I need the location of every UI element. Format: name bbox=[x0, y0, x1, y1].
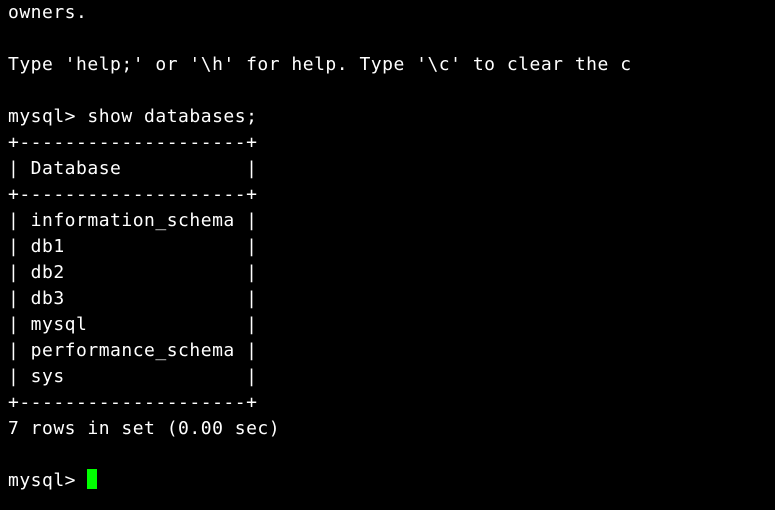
terminal-output: owners. Type 'help;' or '\h' for help. T… bbox=[8, 0, 767, 494]
table-row: | db3 | bbox=[8, 288, 257, 309]
table-border: +--------------------+ bbox=[8, 184, 257, 205]
prompt-text: mysql> bbox=[8, 470, 87, 491]
table-row: | db1 | bbox=[8, 236, 257, 257]
table-border: +--------------------+ bbox=[8, 132, 257, 153]
result-summary: 7 rows in set (0.00 sec) bbox=[8, 418, 280, 439]
output-line: Type 'help;' or '\h' for help. Type '\c'… bbox=[8, 54, 632, 75]
prompt-line[interactable]: mysql> bbox=[8, 470, 97, 491]
table-row: | sys | bbox=[8, 366, 257, 387]
table-row: | information_schema | bbox=[8, 210, 257, 231]
table-row: | db2 | bbox=[8, 262, 257, 283]
table-row: | performance_schema | bbox=[8, 340, 257, 361]
table-row: | mysql | bbox=[8, 314, 257, 335]
cursor-icon bbox=[87, 469, 97, 489]
table-border: +--------------------+ bbox=[8, 392, 257, 413]
output-line: owners. bbox=[8, 2, 87, 23]
table-header: | Database | bbox=[8, 158, 257, 179]
prompt-command-line: mysql> show databases; bbox=[8, 106, 257, 127]
